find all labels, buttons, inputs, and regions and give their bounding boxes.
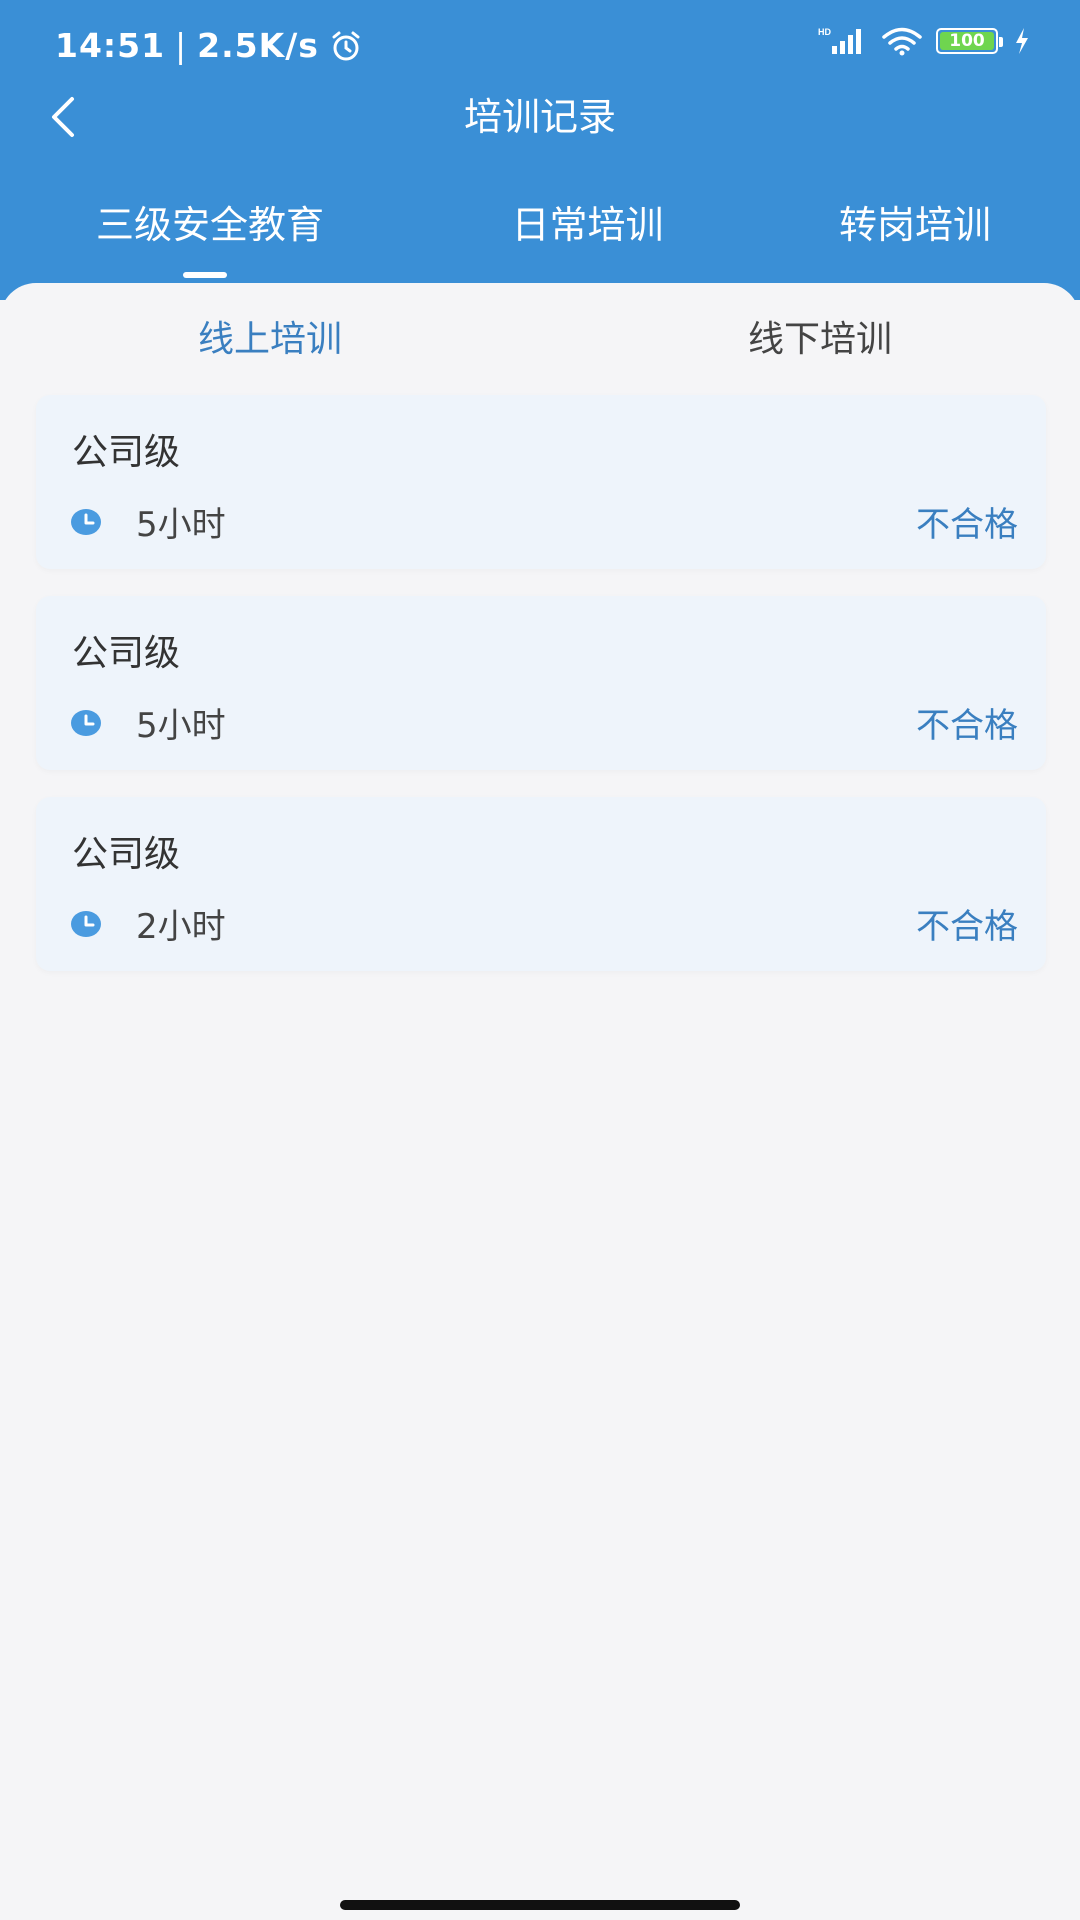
- battery-level: 100: [940, 32, 994, 50]
- record-card[interactable]: 公司级 5小时 不合格: [36, 395, 1046, 569]
- page-title: 培训记录: [463, 95, 616, 139]
- status-bar: 14:51 | 2.5K/s HD 100: [0, 0, 1080, 90]
- status-right: HD 100: [818, 26, 1030, 56]
- record-title: 公司级: [72, 633, 181, 674]
- record-status: 不合格: [916, 505, 1018, 545]
- status-divider: |: [175, 26, 188, 65]
- status-speed: 2.5K/s: [197, 26, 319, 65]
- active-tab-indicator: [183, 272, 227, 278]
- status-time: 14:51: [55, 26, 166, 65]
- subtab-online-training[interactable]: 线上培训: [150, 315, 390, 365]
- subtab-offline-training[interactable]: 线下培训: [700, 315, 940, 365]
- tab-transfer-training[interactable]: 转岗培训: [790, 195, 1040, 255]
- wifi-icon: [880, 26, 924, 56]
- alarm-icon: [329, 29, 363, 63]
- clock-icon: [70, 709, 102, 737]
- top-tabs: 三级安全教育 日常培训 转岗培训: [0, 195, 1080, 285]
- record-duration: 5小时: [136, 706, 226, 746]
- record-duration: 5小时: [136, 505, 226, 545]
- nav-bar: 培训记录: [0, 88, 1080, 148]
- signal-icon: HD: [818, 26, 868, 56]
- header: 14:51 | 2.5K/s HD 100 培训记录 三级安全教育 日常培训 转…: [0, 0, 1080, 300]
- record-list: 公司级 5小时 不合格 公司级 5小时 不合格 公司级 2小时 不合格: [36, 395, 1046, 998]
- record-status: 不合格: [916, 907, 1018, 947]
- clock-icon: [70, 508, 102, 536]
- record-status: 不合格: [916, 706, 1018, 746]
- record-title: 公司级: [72, 432, 181, 473]
- tab-daily-training[interactable]: 日常培训: [450, 195, 725, 255]
- battery-icon: 100: [936, 28, 1003, 54]
- svg-text:HD: HD: [818, 27, 831, 37]
- record-title: 公司级: [72, 834, 181, 875]
- home-indicator[interactable]: [340, 1900, 740, 1910]
- status-left: 14:51 | 2.5K/s: [55, 26, 363, 65]
- record-card[interactable]: 公司级 2小时 不合格: [36, 797, 1046, 971]
- record-card[interactable]: 公司级 5小时 不合格: [36, 596, 1046, 770]
- sub-tabs: 线上培训 线下培训: [0, 283, 1080, 393]
- content-panel: 线上培训 线下培训 公司级 5小时 不合格 公司级 5小时 不合格 公司级 2小…: [0, 283, 1080, 1886]
- record-duration: 2小时: [136, 907, 226, 947]
- charging-icon: [1014, 28, 1030, 54]
- tab-three-level-safety[interactable]: 三级安全教育: [40, 195, 380, 255]
- clock-icon: [70, 910, 102, 938]
